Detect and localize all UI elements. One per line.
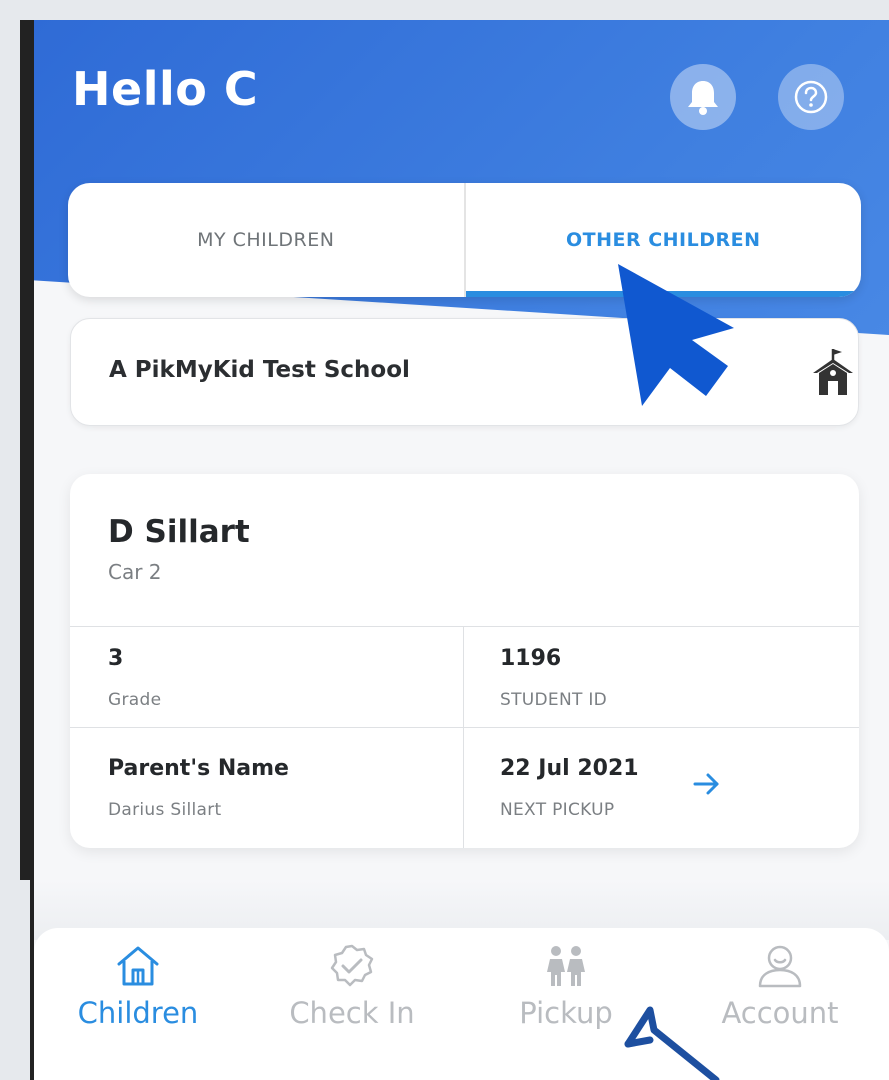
pointer-arrow-icon [618,264,734,406]
tab-my-children[interactable]: MY CHILDREN [68,183,464,297]
parent-name-label: Parent's Name [108,756,289,781]
card-divider-vertical [463,626,464,848]
student-id-value: 1196 [500,646,562,671]
check-badge-icon [330,944,374,987]
child-card[interactable]: D Sillart Car 2 3 Grade 1196 STUDENT ID … [70,474,859,848]
app-screen: Hello C MY CHILDREN OTHER CHILDREN A Pik… [34,20,889,1080]
greeting-title: Hello C [72,62,259,116]
nav-account[interactable]: Account [700,942,860,1030]
child-name: D Sillart [108,514,250,550]
device-frame-edge [20,20,34,880]
nav-children[interactable]: Children [58,942,218,1030]
card-divider-middle [70,727,859,728]
nav-check-in[interactable]: Check In [272,942,432,1030]
school-name: A PikMyKid Test School [109,357,410,383]
school-icon [813,349,853,395]
children-tabs: MY CHILDREN OTHER CHILDREN [68,183,861,297]
family-icon [547,946,585,986]
arrow-right-icon[interactable] [692,770,722,798]
bell-icon [688,81,718,115]
help-button[interactable] [778,64,844,130]
next-pickup-label: NEXT PICKUP [500,800,615,820]
tab-other-children-label: OTHER CHILDREN [565,229,761,251]
child-car: Car 2 [108,560,162,584]
parent-name-value: Darius Sillart [108,800,222,820]
nav-children-label: Children [77,996,199,1030]
next-pickup-value: 22 Jul 2021 [500,756,639,781]
grade-value: 3 [108,646,124,671]
pointer-arrow-outline-icon [624,1006,720,1080]
bottom-nav: Children Check In Pickup Account [34,928,889,1080]
notifications-button[interactable] [670,64,736,130]
home-icon [117,946,159,986]
grade-label: Grade [108,690,162,710]
student-id-label: STUDENT ID [500,690,608,710]
help-icon [794,80,828,114]
tab-my-children-label: MY CHILDREN [197,229,335,251]
user-icon [758,945,802,988]
nav-check-in-label: Check In [289,996,415,1030]
nav-account-label: Account [721,996,839,1030]
school-selector[interactable]: A PikMyKid Test School [70,318,859,426]
card-divider-top [70,626,859,627]
